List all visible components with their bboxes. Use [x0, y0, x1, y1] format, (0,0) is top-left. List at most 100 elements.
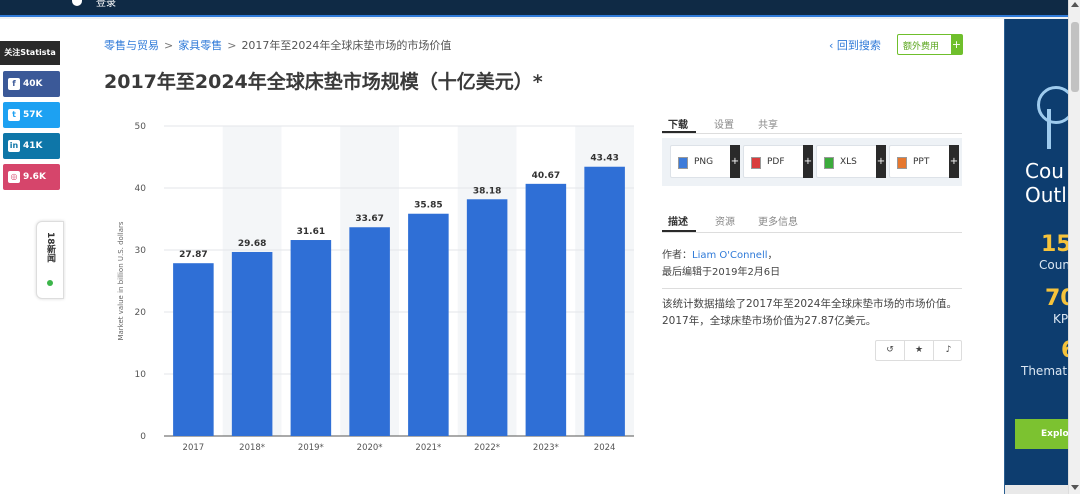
tab-more-info[interactable]: 更多信息: [758, 213, 798, 228]
twitter-icon: t: [8, 108, 20, 121]
tab-settings[interactable]: 设置: [714, 116, 734, 131]
download-png-button[interactable]: PNG +: [670, 145, 740, 178]
facebook-share-button[interactable]: f 40K: [3, 71, 60, 97]
share-sidebar: 关注Statista f 40K t 57K in 41K ◎ 9.6K 18新闻: [0, 19, 66, 494]
bar-chart: 0 10 20 30 40 50 Market value in billion U.S. …: [117, 122, 634, 453]
x-tick-label: 2024: [594, 443, 616, 453]
bar: [290, 240, 332, 436]
download-pdf-label: PDF: [767, 157, 785, 167]
tab-download[interactable]: 下载: [668, 116, 688, 131]
star-icon[interactable]: ★: [905, 341, 934, 360]
instagram-count: 9.6K: [23, 172, 46, 182]
ad-stat-label: KP: [1053, 312, 1068, 326]
bar: [231, 251, 273, 436]
download-options: PNG + PDF + XLS + PPT +: [662, 138, 962, 186]
breadcrumb-separator: >: [227, 39, 237, 52]
statistic-tools: ↺ ★ ♪: [875, 340, 962, 361]
vertical-scrollbar[interactable]: [1068, 0, 1080, 494]
x-tick-label: 2018*: [239, 443, 265, 453]
y-tick-label: 50: [135, 122, 147, 132]
image-file-icon: [678, 157, 688, 169]
scrollbar-thumb[interactable]: [1071, 22, 1079, 92]
x-tick-label: 2023*: [533, 443, 559, 453]
plus-icon[interactable]: +: [876, 145, 886, 178]
active-tab-indicator: [662, 131, 696, 133]
online-dot-icon: [47, 280, 53, 286]
advertisement-banner[interactable]: CouOutl 15 Coun 70 KP 6 Themat Explor: [1004, 19, 1068, 494]
data-label: 43.43: [590, 154, 618, 164]
y-tick-label: 10: [135, 370, 147, 380]
x-tick-label: 2021*: [415, 443, 441, 453]
download-ppt-label: PPT: [913, 157, 930, 167]
plus-icon: +: [951, 35, 962, 54]
news-tab[interactable]: 18新闻: [36, 221, 64, 299]
x-tick-label: 2020*: [357, 443, 383, 453]
ad-explore-button[interactable]: Explor: [1015, 419, 1068, 449]
ad-stat-label: Themat: [1021, 364, 1068, 378]
data-label: 35.85: [414, 201, 442, 211]
history-icon[interactable]: ↺: [876, 341, 905, 360]
download-pdf-button[interactable]: PDF +: [743, 145, 813, 178]
bar: [466, 199, 508, 436]
tab-description[interactable]: 描述: [668, 213, 688, 228]
horizontal-scrollbar[interactable]: [1005, 485, 1068, 494]
xls-file-icon: [824, 157, 834, 169]
ad-title-line1: Cou: [1025, 159, 1064, 183]
download-ppt-button[interactable]: PPT +: [889, 145, 959, 178]
breadcrumb: 零售与贸易 > 家具零售 >2017年至2024年全球床垫市场的市场价值: [104, 37, 451, 53]
author-link[interactable]: Liam O'Connell: [692, 250, 768, 261]
download-tabs: 下载 设置 共享: [662, 114, 962, 134]
download-xls-label: XLS: [840, 157, 857, 167]
bar: [408, 213, 449, 436]
back-to-search-link[interactable]: ‹ 回到搜索: [829, 37, 881, 53]
bar: [349, 227, 390, 436]
news-label: 18新闻: [45, 232, 55, 263]
y-tick-label: 20: [135, 308, 147, 318]
breadcrumb-furniture-retail[interactable]: 家具零售: [178, 39, 222, 52]
pdf-file-icon: [751, 157, 761, 169]
ad-title: Cou Outl: [1025, 159, 1067, 207]
instagram-icon: ◎: [8, 170, 20, 183]
divider: [662, 288, 962, 289]
tab-sources[interactable]: 资源: [715, 213, 735, 228]
scroll-down-icon[interactable]: [1071, 485, 1079, 490]
data-label: 33.67: [355, 214, 383, 224]
ppt-file-icon: [897, 157, 907, 169]
author-suffix: ，: [767, 250, 778, 261]
data-label: 29.68: [238, 239, 266, 249]
data-label: 40.67: [532, 171, 560, 181]
twitter-share-button[interactable]: t 57K: [3, 102, 60, 128]
chart-icon: [1047, 109, 1068, 149]
author-prefix: 作者：: [662, 250, 692, 261]
x-tick-label: 2022*: [474, 443, 500, 453]
linkedin-share-button[interactable]: in 41K: [3, 133, 60, 159]
login-link[interactable]: 登录: [96, 0, 116, 9]
plus-icon[interactable]: +: [730, 145, 740, 178]
last-edited: 最后编辑于2019年2月6日: [662, 267, 781, 278]
breadcrumb-separator: >: [164, 39, 174, 52]
y-axis-label: Market value in billion U.S. dollars: [117, 221, 125, 340]
scroll-up-icon[interactable]: [1071, 2, 1079, 7]
extra-cost-button[interactable]: 额外费用 +: [897, 34, 963, 55]
statistic-panel: 零售与贸易 > 家具零售 >2017年至2024年全球床垫市场的市场价值 ‹ 回到搜索…: [66, 19, 1004, 494]
download-png-label: PNG: [694, 157, 714, 167]
breadcrumb-current: 2017年至2024年全球床垫市场的市场价值: [241, 39, 452, 52]
login-icon[interactable]: [72, 0, 82, 6]
bar: [173, 263, 214, 436]
instagram-share-button[interactable]: ◎ 9.6K: [3, 164, 60, 190]
tab-share[interactable]: 共享: [758, 116, 778, 131]
plus-icon[interactable]: +: [803, 145, 813, 178]
download-xls-button[interactable]: XLS +: [816, 145, 886, 178]
bar: [525, 183, 567, 436]
data-label: 27.87: [179, 250, 207, 260]
active-tab-indicator: [662, 230, 696, 232]
y-tick-label: 30: [135, 246, 147, 256]
plus-icon[interactable]: +: [949, 145, 959, 178]
description-tabs: 描述 资源 更多信息: [662, 211, 962, 233]
data-label: 38.18: [473, 186, 501, 196]
follow-statista-label[interactable]: 关注Statista: [0, 41, 60, 65]
bell-icon[interactable]: ♪: [934, 341, 963, 360]
ad-title-line2: Outl: [1025, 183, 1067, 207]
ad-stat-number: 6: [1061, 338, 1068, 363]
breadcrumb-retail-trade[interactable]: 零售与贸易: [104, 39, 159, 52]
